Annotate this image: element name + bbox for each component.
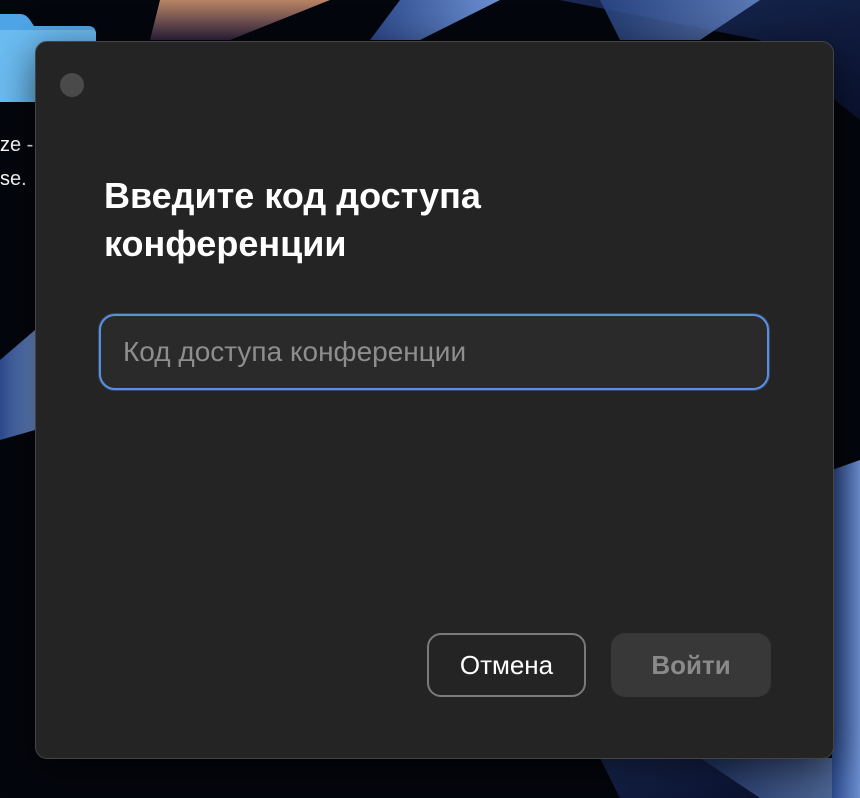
passcode-dialog: Введите код доступа конференции Отмена В… (35, 41, 834, 759)
close-button[interactable] (60, 73, 84, 97)
cancel-button[interactable]: Отмена (427, 633, 586, 697)
passcode-input[interactable] (99, 314, 769, 390)
dialog-title: Введите код доступа конференции (104, 175, 481, 264)
desktop-item-label[interactable]: se. (0, 167, 40, 191)
desktop: ze - se. Введите код доступа конференции… (0, 0, 860, 798)
join-button[interactable]: Войти (611, 633, 771, 697)
desktop-item-label[interactable]: ze - (0, 133, 40, 157)
